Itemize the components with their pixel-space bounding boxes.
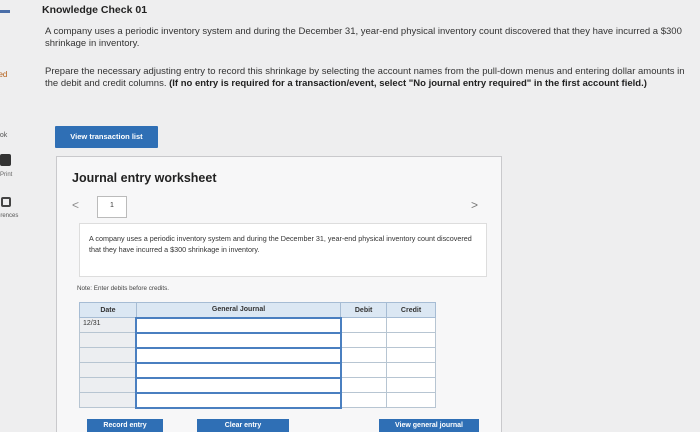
debit-column-header: Debit — [340, 302, 388, 318]
chevron-right-icon[interactable]: > — [471, 198, 483, 212]
credit-input[interactable] — [386, 392, 436, 408]
chevron-left-icon[interactable]: < — [72, 198, 84, 212]
table-row — [79, 391, 436, 409]
account-select[interactable] — [135, 361, 342, 379]
journal-entry-worksheet: Journal entry worksheet < 1 > A company … — [56, 156, 502, 432]
clear-entry-button[interactable]: Clear entry — [197, 419, 289, 432]
credit-input[interactable] — [386, 347, 436, 363]
ebook-link[interactable]: ook — [0, 132, 7, 139]
general-journal-column-header: General Journal — [135, 302, 342, 318]
date-cell — [79, 392, 137, 408]
debit-input[interactable] — [340, 392, 388, 408]
view-transaction-list-button[interactable]: View transaction list — [55, 126, 158, 148]
references-icon[interactable] — [1, 197, 11, 207]
instruction-bold-text: (If no entry is required for a transacti… — [169, 78, 647, 89]
worksheet-note: Note: Enter debits before credits. — [77, 285, 170, 292]
worksheet-tab-1[interactable]: 1 — [97, 196, 127, 218]
credit-input[interactable] — [386, 332, 436, 348]
debit-input[interactable] — [340, 347, 388, 363]
debit-input[interactable] — [340, 362, 388, 378]
debit-input[interactable] — [340, 332, 388, 348]
journal-table: Date General Journal Debit Credit 12/31 — [79, 302, 436, 409]
credit-input[interactable] — [386, 317, 436, 333]
page-title: Knowledge Check 01 — [42, 4, 148, 16]
date-cell — [79, 377, 137, 393]
question-paragraph: A company uses a periodic inventory syst… — [45, 26, 682, 49]
transaction-description: A company uses a periodic inventory syst… — [79, 223, 487, 277]
debit-input[interactable] — [340, 377, 388, 393]
menu-icon[interactable] — [0, 10, 10, 13]
account-select[interactable] — [135, 391, 342, 409]
credit-column-header: Credit — [386, 302, 436, 318]
account-select[interactable] — [135, 376, 342, 394]
debit-input[interactable] — [340, 317, 388, 333]
status-badge: ped — [0, 70, 8, 79]
print-label[interactable]: Print — [0, 172, 12, 178]
record-entry-button[interactable]: Record entry — [87, 419, 163, 432]
table-row — [79, 346, 436, 364]
account-select[interactable] — [135, 316, 342, 334]
instruction-paragraph: Prepare the necessary adjusting entry to… — [45, 66, 685, 90]
worksheet-title: Journal entry worksheet — [72, 171, 217, 185]
view-general-journal-button[interactable]: View general journal — [379, 419, 479, 432]
left-rail: ped ook Print erences — [0, 0, 30, 432]
table-row — [79, 361, 436, 379]
account-select[interactable] — [135, 346, 342, 364]
date-cell — [79, 332, 137, 348]
table-row: 12/31 — [79, 316, 436, 334]
print-icon[interactable] — [0, 154, 11, 166]
credit-input[interactable] — [386, 362, 436, 378]
date-cell — [79, 362, 137, 378]
date-cell: 12/31 — [79, 317, 137, 333]
date-column-header: Date — [79, 302, 137, 318]
credit-input[interactable] — [386, 377, 436, 393]
table-row — [79, 331, 436, 349]
references-label[interactable]: erences — [0, 213, 18, 219]
table-row — [79, 376, 436, 394]
account-select[interactable] — [135, 331, 342, 349]
date-cell — [79, 347, 137, 363]
